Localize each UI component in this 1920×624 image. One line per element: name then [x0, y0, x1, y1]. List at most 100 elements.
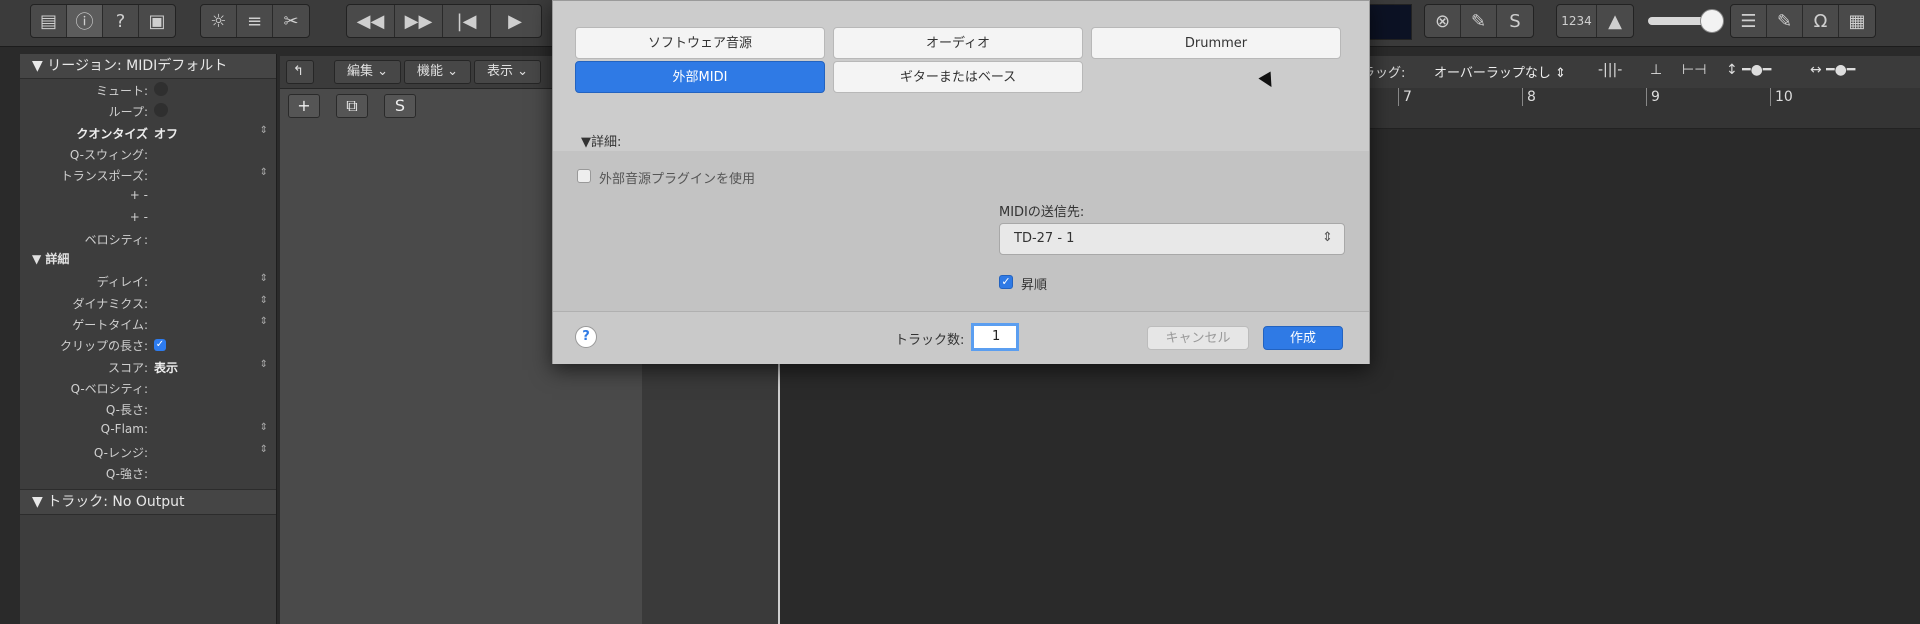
- loop-checkbox[interactable]: [154, 103, 168, 120]
- help-button[interactable]: ?: [575, 326, 597, 348]
- row-label: クリップの長さ:: [59, 339, 148, 354]
- track-output[interactable]: No Output: [112, 494, 184, 510]
- track-header[interactable]: ▼ トラック: No Output: [20, 489, 276, 516]
- solo-icon[interactable]: S: [1497, 5, 1533, 37]
- stepper-icon[interactable]: ⇕: [260, 273, 268, 284]
- stepper-icon[interactable]: ⇕: [260, 167, 268, 178]
- q-strength-row: Q-強さ:: [20, 462, 276, 483]
- midi-destination-label: MIDIの送信先:: [999, 205, 1085, 220]
- pencil-icon[interactable]: ✎: [1461, 5, 1497, 37]
- track-type-area: ソフトウェア音源 オーディオ Drummer 外部MIDI ギターまたはベース …: [553, 1, 1369, 151]
- cancel-button[interactable]: キャンセル: [1147, 326, 1249, 350]
- toolbar-icon[interactable]: ▣: [139, 5, 175, 37]
- functions-menu[interactable]: 機能 ⌄: [404, 60, 472, 84]
- transport-group: ◀◀ ▶▶ |◀ ▶: [346, 4, 542, 38]
- count-in-button[interactable]: 1234: [1557, 5, 1597, 37]
- volume-slider-knob[interactable]: [1700, 9, 1724, 33]
- drummer-button[interactable]: Drummer: [1091, 27, 1341, 59]
- transpose-row: トランスポーズ: ⇕: [20, 164, 276, 185]
- detail-section-header[interactable]: ▼ 詳細: [20, 249, 276, 270]
- browser-buttons-group: ☰ ✎ Ω ▦: [1730, 4, 1876, 38]
- quantize-row: クオンタイズ オフ ⇕: [20, 122, 276, 143]
- row-label: Q-レンジ:: [93, 445, 148, 460]
- loops-icon[interactable]: Ω: [1803, 5, 1839, 37]
- note-pad-icon[interactable]: ✎: [1767, 5, 1803, 37]
- loop-row: ループ:: [20, 100, 276, 121]
- use-plugin-checkbox[interactable]: [577, 169, 591, 183]
- view-menu[interactable]: 表示 ⌄: [474, 60, 542, 84]
- velocity-row: ベロシティ:: [20, 228, 276, 249]
- stepper-icon[interactable]: ⇕: [260, 444, 268, 455]
- rewind-icon[interactable]: ◀◀: [347, 5, 395, 37]
- midi-destination-select[interactable]: TD-27 - 1 ⇕: [999, 223, 1345, 255]
- row-label[interactable]: + -: [130, 188, 148, 202]
- library-icon[interactable]: ▤: [31, 5, 67, 37]
- help-icon[interactable]: ?: [103, 5, 139, 37]
- q-length-row: Q-長さ:: [20, 398, 276, 419]
- horizontal-zoom-icon[interactable]: ↔ ━●━: [1810, 62, 1855, 78]
- details-disclosure[interactable]: ▼詳細:: [581, 131, 621, 150]
- row-label: ループ:: [108, 105, 148, 120]
- detail-label: 詳細: [45, 252, 70, 267]
- bar-number: 10: [1770, 88, 1793, 106]
- midi-destination-value: TD-27 - 1: [1014, 231, 1075, 246]
- ascending-checkbox[interactable]: ✓: [999, 275, 1013, 289]
- disclosure-triangle-icon[interactable]: ▼: [32, 252, 41, 266]
- solo-track-button[interactable]: S: [384, 94, 416, 118]
- row-label: ダイナミクス:: [72, 296, 148, 311]
- bar-number: 9: [1646, 88, 1660, 106]
- track-label: トラック:: [47, 494, 108, 511]
- score-value[interactable]: 表示: [154, 359, 178, 376]
- stepper-icon[interactable]: ⇕: [260, 422, 268, 433]
- disclosure-triangle-icon[interactable]: ▼: [32, 494, 43, 510]
- disclosure-triangle-icon[interactable]: ▼: [32, 58, 43, 74]
- row-label[interactable]: + -: [130, 210, 148, 224]
- vertical-zoom-icon[interactable]: ↕ ━●━: [1726, 62, 1771, 78]
- track-count-input[interactable]: 1: [971, 323, 1019, 351]
- fast-forward-icon[interactable]: ▶▶: [395, 5, 443, 37]
- stepper-icon[interactable]: ⇕: [260, 316, 268, 327]
- timeline-ruler[interactable]: 7 8 9 10: [1362, 88, 1920, 129]
- row-label: ミュート:: [95, 84, 148, 98]
- to-start-icon[interactable]: |◀: [443, 5, 491, 37]
- mute-row: ミュート:: [20, 79, 276, 100]
- external-midi-button[interactable]: 外部MIDI: [575, 61, 825, 93]
- duplicate-track-button[interactable]: ⧉: [336, 94, 368, 118]
- close-circle-icon[interactable]: ⊗: [1425, 5, 1461, 37]
- fit-horizontal-icon[interactable]: ⊢⊣: [1682, 62, 1706, 78]
- region-name[interactable]: MIDIデフォルト: [126, 58, 227, 74]
- popup-arrows-icon: ⇕: [1322, 230, 1333, 245]
- ascending-label: 昇順: [1021, 278, 1048, 293]
- smart-controls-icon[interactable]: ☼: [201, 5, 237, 37]
- guitar-bass-button[interactable]: ギターまたはベース: [833, 61, 1083, 93]
- region-header[interactable]: ▼ リージョン: MIDIデフォルト: [20, 54, 276, 79]
- waveform-zoom-icon[interactable]: -|||-: [1598, 62, 1622, 78]
- playhead[interactable]: [778, 362, 780, 624]
- scissors-icon[interactable]: ✂: [273, 5, 309, 37]
- play-icon[interactable]: ▶: [491, 5, 539, 37]
- mixer-icon[interactable]: ≡: [237, 5, 273, 37]
- drag-mode-select[interactable]: オーバーラップなし ⇕: [1434, 62, 1566, 81]
- stepper-icon[interactable]: ⇕: [260, 295, 268, 306]
- mouse-cursor: [1258, 71, 1278, 91]
- clip-length-checkbox[interactable]: ✓: [154, 337, 166, 351]
- metronome-icon[interactable]: ▲: [1597, 5, 1633, 37]
- catch-icon[interactable]: ↰: [286, 60, 314, 84]
- row-label: Q-ベロシティ:: [70, 381, 148, 396]
- list-icon[interactable]: ☰: [1731, 5, 1767, 37]
- software-instrument-button[interactable]: ソフトウェア音源: [575, 27, 825, 59]
- view-buttons-group: ▤ ⓘ ? ▣: [30, 4, 176, 38]
- add-track-button[interactable]: +: [288, 94, 320, 118]
- mute-checkbox[interactable]: [154, 82, 168, 99]
- info-icon[interactable]: ⓘ: [67, 5, 103, 37]
- stepper-icon[interactable]: ⇕: [260, 359, 268, 370]
- create-button[interactable]: 作成: [1263, 326, 1343, 350]
- fit-vertical-icon[interactable]: ⊥: [1650, 62, 1662, 78]
- use-plugin-label: 外部音源プラグインを使用: [599, 172, 756, 187]
- q-flam-row: Q-Flam: ⇕: [20, 419, 276, 440]
- browser-icon[interactable]: ▦: [1839, 5, 1875, 37]
- audio-button[interactable]: オーディオ: [833, 27, 1083, 59]
- stepper-icon[interactable]: ⇕: [260, 125, 268, 136]
- edit-menu[interactable]: 編集 ⌄: [334, 60, 402, 84]
- quantize-value[interactable]: オフ: [154, 125, 178, 142]
